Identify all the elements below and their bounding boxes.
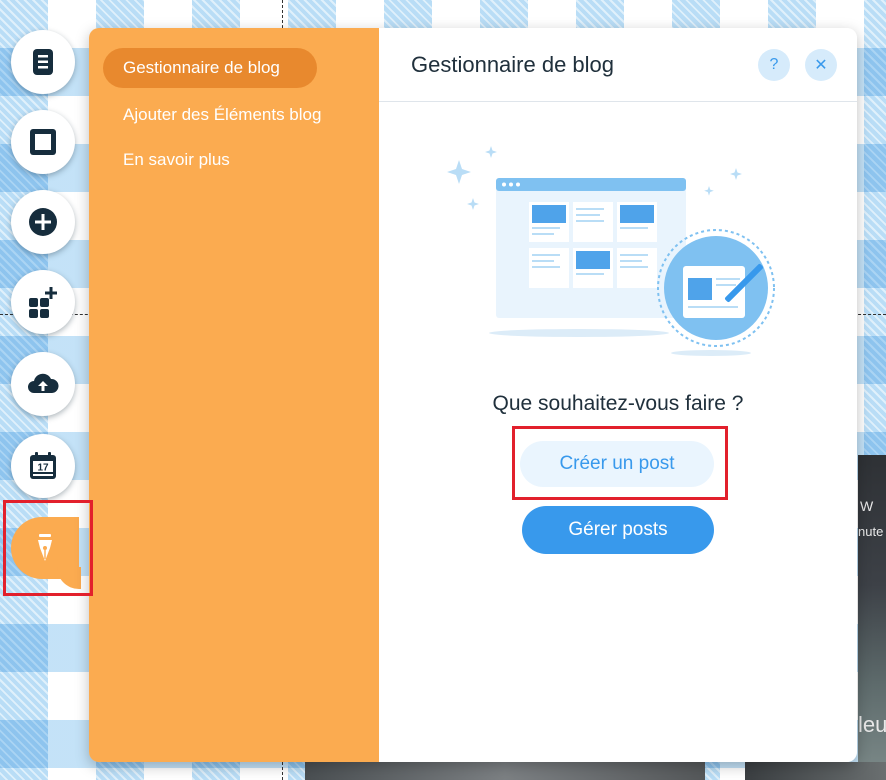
background-photo-bottom <box>305 762 705 780</box>
add-button[interactable] <box>11 190 75 254</box>
calendar-button[interactable]: 17 <box>11 434 75 498</box>
background-text-fragment: nute <box>858 524 884 539</box>
background-text-fragment: W <box>860 498 874 514</box>
nav-item-blog-manager[interactable]: Gestionnaire de blog <box>103 48 317 88</box>
nav-item-add-blog-elements[interactable]: Ajouter des Éléments blog <box>103 95 341 135</box>
help-button[interactable]: ? <box>758 49 790 81</box>
manage-posts-button[interactable]: Gérer posts <box>522 506 714 554</box>
close-button[interactable]: ✕ <box>805 49 837 81</box>
background-text-fragment: leu <box>858 712 886 737</box>
nav-item-learn-more[interactable]: En savoir plus <box>103 140 250 180</box>
question-prompt: Que souhaitez-vous faire ? <box>492 392 744 415</box>
help-icon: ? <box>769 56 779 73</box>
panel-title: Gestionnaire de blog <box>411 52 615 77</box>
add-apps-icon <box>29 287 57 318</box>
background-button[interactable] <box>11 110 75 174</box>
panel-navigation: Gestionnaire de blog Ajouter des Élément… <box>89 28 379 762</box>
pages-icon <box>33 49 53 75</box>
background-icon <box>30 129 56 155</box>
panel-content: Gestionnaire de blog ? ✕ Que souhaitez-v… <box>379 28 857 762</box>
upload-button[interactable] <box>11 352 75 416</box>
calendar-icon: 17 <box>30 452 56 479</box>
annotation-highlight-create-post <box>512 426 728 500</box>
calendar-badge: 17 <box>37 463 49 474</box>
upload-icon <box>28 373 59 393</box>
add-apps-button[interactable] <box>11 270 75 334</box>
blog-manager-panel: Gestionnaire de blog Ajouter des Élément… <box>89 28 857 762</box>
close-icon: ✕ <box>814 57 828 74</box>
panel-header: Gestionnaire de blog ? ✕ <box>379 28 857 102</box>
background-photo-bottom-right <box>745 762 886 780</box>
blog-illustration <box>447 146 775 356</box>
pen-nib-icon <box>38 534 52 561</box>
pages-button[interactable] <box>11 30 75 94</box>
add-icon <box>29 208 57 236</box>
